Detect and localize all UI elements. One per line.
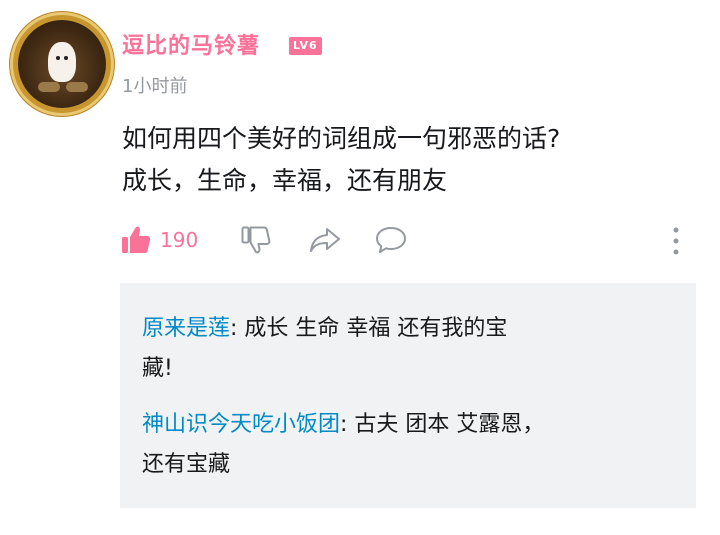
reply-line: 原来是莲: 成长 生命 幸福 还有我的宝 (142, 309, 662, 349)
avatar-eye-right (64, 56, 68, 60)
reply-item: 神山识今天吃小饭团: 古夫 团本 艾露恩， 还有宝藏 (142, 405, 662, 485)
share-arrow-icon (310, 228, 340, 252)
username[interactable]: 逗比的马铃薯 (122, 28, 260, 60)
share-button[interactable] (308, 222, 342, 258)
action-bar: 190 (120, 222, 700, 258)
avatar-eye-left (56, 56, 60, 60)
timestamp: 1小时前 (122, 76, 188, 97)
reply-line: 神山识今天吃小饭团: 古夫 团本 艾露恩， (142, 405, 662, 445)
dislike-button[interactable] (240, 222, 272, 258)
more-vertical-icon[interactable] (668, 226, 684, 256)
thumbs-down-icon (241, 226, 271, 254)
like-count: 190 (160, 228, 199, 252)
comment-text-line: 成长，生命，幸福，还有朋友 (122, 166, 448, 195)
avatar-hand-left (38, 82, 60, 92)
comment-text-line: 如何用四个美好的词组成一句邪恶的话? (122, 124, 561, 153)
reply-line: 还有宝藏 (142, 452, 231, 477)
reply-username[interactable]: 原来是莲 (142, 316, 230, 341)
reply-item: 原来是莲: 成长 生命 幸福 还有我的宝 藏! (142, 309, 662, 389)
avatar-hand-right (66, 82, 88, 92)
reply-preview-box[interactable]: 原来是莲: 成长 生命 幸福 还有我的宝 藏! 神山识今天吃小饭团: 古夫 团本… (120, 283, 696, 508)
avatar[interactable] (18, 20, 106, 108)
comment-bubble-icon (376, 227, 406, 253)
comment-page: 逗比的马铃薯 LV6 1小时前 如何用四个美好的词组成一句邪恶的话? 成长，生命… (0, 0, 720, 535)
like-button[interactable]: 190 (120, 222, 198, 258)
reply-button[interactable] (374, 222, 408, 258)
thumbs-up-icon (122, 226, 151, 253)
reply-username[interactable]: 神山识今天吃小饭团 (142, 412, 340, 437)
comment-content: 如何用四个美好的词组成一句邪恶的话? 成长，生命，幸福，还有朋友 (122, 118, 702, 202)
avatar-figure (48, 42, 76, 82)
reply-text: : 古夫 团本 艾露恩， (340, 412, 545, 437)
level-badge: LV6 (289, 37, 322, 55)
reply-line: 藏! (142, 356, 173, 381)
reply-text: : 成长 生命 幸福 还有我的宝 (230, 316, 508, 341)
